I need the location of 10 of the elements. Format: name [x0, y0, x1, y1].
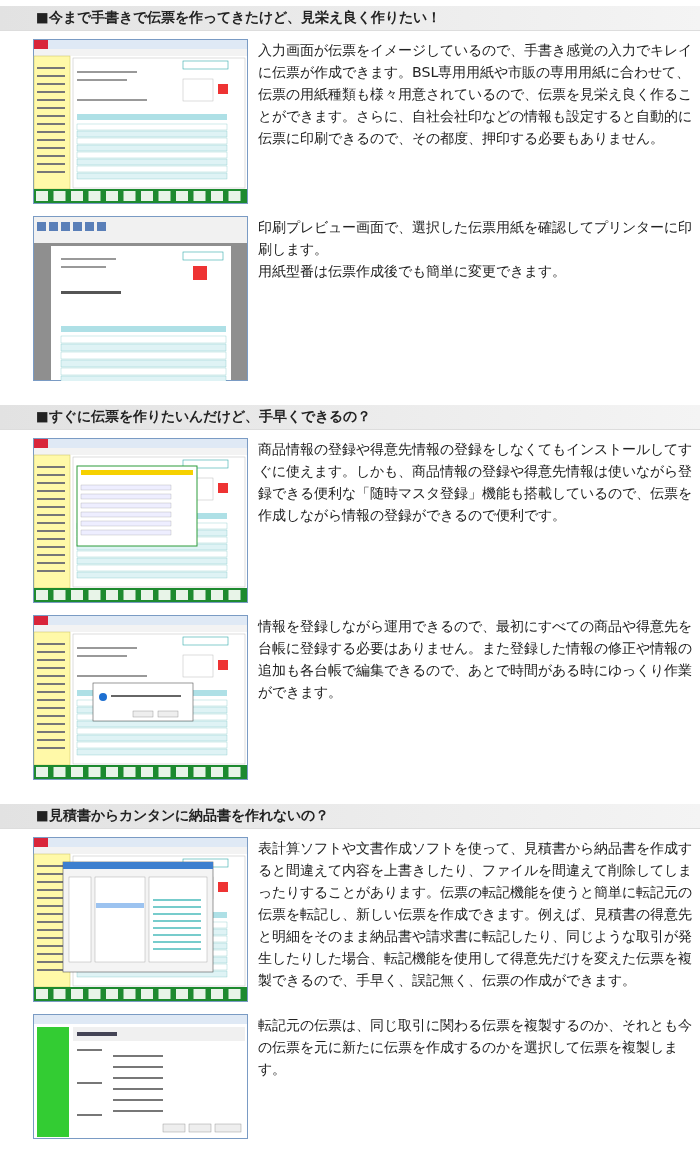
- section-heading: ■見積書からカンタンに納品書を作れないの？: [0, 804, 700, 829]
- section-heading: ■今まで手書きで伝票を作ってきたけど、見栄え良く作りたい！: [0, 6, 700, 31]
- description-text: 表計算ソフトや文書作成ソフトを使って、見積書から納品書を作成すると間違えて内容を上書きしたり、ファイルを間違えて削除してしまったりすることがあります。伝票の転記機能を使うと簡単に転記元の伝票を転記し、新しい伝票を作成できます。例えば、見積書の得意先と明細をそのまま納品書や請求書に転記したり、同じような取引が発生したりした場合、転記機能を使用して得意先だけを変えた伝票を複製できるので、手早く、誤記無く、伝票の作成ができます。: [258, 839, 693, 990]
- description-text: 転記元の伝票は、同じ取引に関わる伝票を複製するのか、それとも今の伝票を元に新たに伝票を作成するのかを選択して伝票を複製します。: [258, 1016, 693, 1079]
- description-text: 用紙型番は伝票作成後でも簡単に変更できます。: [258, 262, 567, 281]
- description-text: 商品情報の登録や得意先情報の登録をしなくてもインストールしてすぐに使えます。しかも、商品情報の登録や得意先情報は使いながら登録できる便利な「随時マスタ登録」機能も搭載しているので、伝票を作成しながら情報の登録ができるので便利です。: [258, 440, 693, 525]
- description-text: 入力画面が伝票をイメージしているので、手書き感覚の入力でキレイに伝票が作成できます。BSL専用用紙や市販の専用用紙に合わせて、伝票の用紙種類も様々用意されているので、伝票を見栄え良く作ることができます。さらに、自社会社印などの情報も設定すると自動的に伝票に印刷できるので、その都度、押印する必要もありません。: [258, 41, 693, 148]
- description-text: 印刷プレビュー画面で、選択した伝票用紙を確認してプリンターに印刷します。: [258, 218, 693, 259]
- section-heading: ■すぐに伝票を作りたいんだけど、手早くできるの？: [0, 405, 700, 430]
- description-text: 情報を登録しながら運用できるので、最初にすべての商品や得意先を台帳に登録する必要はありません。また登録した情報の修正や情報の追加も各台帳で編集できるので、あとで時間がある時にゆっくり作業ができます。: [258, 617, 693, 702]
